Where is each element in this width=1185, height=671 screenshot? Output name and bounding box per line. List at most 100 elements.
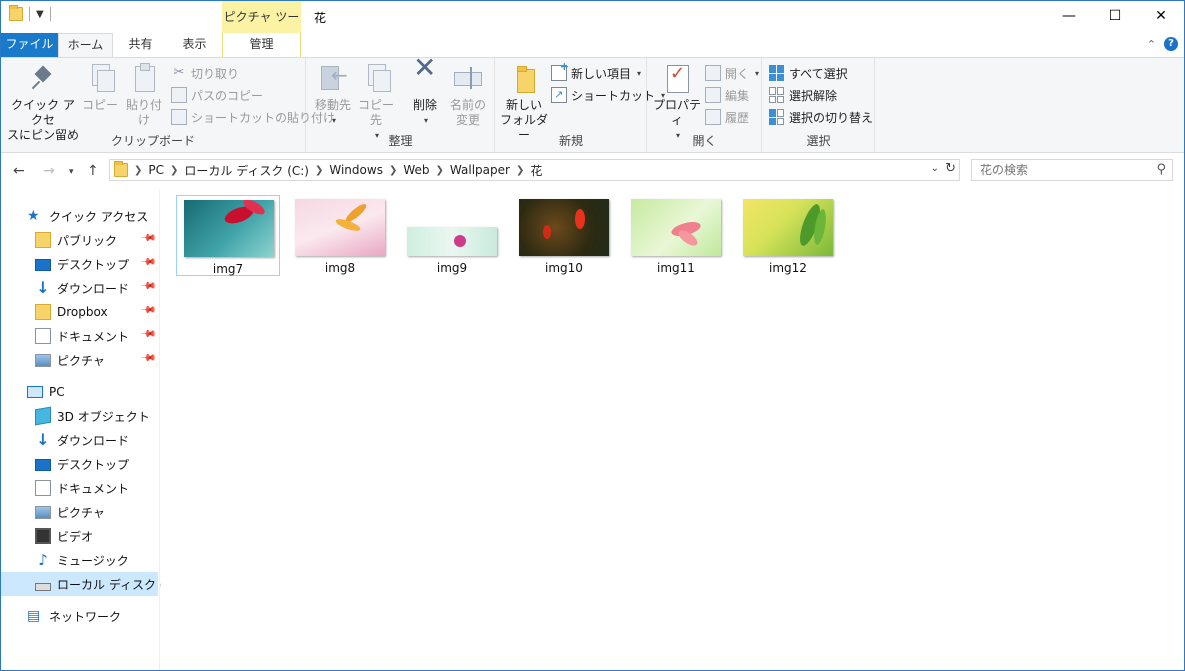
file-name: img12 (769, 261, 807, 275)
invert-selection-button[interactable]: 選択の切り替え (769, 107, 873, 127)
rename-label-line1: 名前の (449, 98, 486, 112)
breadcrumb-windows[interactable]: Windows (329, 163, 383, 177)
close-button[interactable]: ✕ (1138, 1, 1184, 33)
pin-icon[interactable]: 📌 (139, 254, 156, 271)
nav-item-pictures[interactable]: ピクチャ 📌 (1, 348, 158, 372)
file-tile[interactable]: img10 (512, 195, 616, 276)
select-all-button[interactable]: すべて選択 (769, 63, 848, 83)
nav-item-videos[interactable]: ビデオ (1, 524, 158, 548)
address-dropdown-icon[interactable]: ⌄ (931, 163, 939, 174)
nav-network[interactable]: ▤ ネットワーク (1, 604, 158, 628)
select-all-icon (769, 65, 785, 81)
delete-label: 削除 (412, 98, 437, 112)
tab-manage[interactable]: 管理 (222, 33, 301, 57)
pin-icon[interactable]: 📌 (139, 302, 156, 319)
collapse-ribbon-icon[interactable]: ⌃ (1147, 38, 1156, 51)
refresh-icon[interactable]: ↻ (945, 161, 956, 176)
qat-customize-icon[interactable]: ▼ (36, 9, 44, 20)
nav-item-documents[interactable]: ドキュメント (1, 476, 158, 500)
file-tile[interactable]: img8 (288, 195, 392, 276)
nav-pc[interactable]: PC (1, 380, 158, 404)
new-group-label: 新規 (558, 134, 583, 148)
chevron-right-icon[interactable]: ❯ (436, 165, 444, 176)
file-tile[interactable]: img9 (400, 195, 504, 276)
forward-button[interactable]: → (43, 163, 55, 179)
tab-file[interactable]: ファイル (1, 33, 58, 57)
nav-item-downloads[interactable]: ↓ ダウンロード (1, 428, 158, 452)
nav-label: デスクトップ (57, 457, 130, 472)
nav-item-3d-objects[interactable]: 3D オブジェクト (1, 404, 158, 428)
pin-icon[interactable]: 📌 (139, 278, 156, 295)
pin-icon[interactable]: 📌 (139, 326, 156, 343)
download-icon: ↓ (36, 430, 50, 449)
pin-icon[interactable]: 📌 (139, 350, 156, 367)
tab-share[interactable]: 共有 (113, 33, 168, 57)
cut-button[interactable]: ✂ 切り取り (171, 63, 239, 83)
recent-locations-icon[interactable]: ▾ (69, 167, 74, 177)
open-button[interactable]: 開く ▾ (705, 63, 759, 83)
search-icon[interactable]: ⚲ (1156, 162, 1166, 177)
chevron-right-icon[interactable]: ❯ (134, 165, 142, 176)
maximize-button[interactable]: ☐ (1092, 1, 1138, 33)
pin-icon[interactable]: 📌 (139, 230, 156, 247)
file-tile[interactable]: img11 (624, 195, 728, 276)
back-button[interactable]: ← (13, 163, 25, 179)
nav-item-public[interactable]: パブリック 📌 (1, 228, 158, 252)
paste-label: 貼り付け (125, 98, 162, 127)
chevron-right-icon[interactable]: ❯ (516, 165, 524, 176)
nav-item-local-disk[interactable]: ローカル ディスク (C:) (1, 572, 182, 596)
nav-item-desktop[interactable]: デスクトップ (1, 452, 158, 476)
image-thumbnail (631, 199, 721, 256)
history-button[interactable]: 履歴 (705, 107, 749, 127)
move-to-button[interactable]: 移動先 ▾ (313, 62, 353, 128)
nav-item-documents[interactable]: ドキュメント 📌 (1, 324, 158, 348)
search-input[interactable] (972, 160, 1142, 180)
file-tile[interactable]: img12 (736, 195, 840, 276)
minimize-button[interactable]: — (1046, 1, 1092, 33)
window-title: 花 (314, 11, 327, 25)
chevron-right-icon[interactable]: ❯ (170, 165, 178, 176)
new-item-button[interactable]: 新しい項目 ▾ (551, 60, 641, 83)
nav-item-dropbox[interactable]: Dropbox 📌 (1, 300, 158, 324)
address-bar[interactable]: ❯ PC ❯ ローカル ディスク (C:) ❯ Windows ❯ Web ❯ … (109, 159, 960, 181)
chevron-right-icon[interactable]: ❯ (389, 165, 397, 176)
cube-icon (35, 406, 51, 426)
copy-path-button[interactable]: パスのコピー (171, 85, 263, 105)
paste-button[interactable]: 貼り付け (121, 62, 167, 128)
move-to-icon (317, 62, 349, 94)
breadcrumb-wallpaper[interactable]: Wallpaper (450, 163, 510, 177)
chevron-right-icon[interactable]: ❯ (315, 165, 323, 176)
edit-button[interactable]: 編集 (705, 85, 749, 105)
breadcrumb-flower[interactable]: 花 (530, 162, 542, 179)
breadcrumb-pc[interactable]: PC (148, 163, 164, 177)
rename-button[interactable]: 名前の 変更 (447, 62, 489, 128)
tab-view[interactable]: 表示 (168, 33, 221, 57)
nav-item-pictures[interactable]: ピクチャ (1, 500, 158, 524)
flower-petal (575, 209, 585, 229)
tab-home[interactable]: ホーム (58, 33, 113, 58)
flower-petal (543, 225, 551, 239)
select-none-button[interactable]: 選択解除 (769, 85, 837, 105)
nav-item-downloads[interactable]: ↓ ダウンロード 📌 (1, 276, 158, 300)
nav-item-desktop[interactable]: デスクトップ 📌 (1, 252, 158, 276)
shortcut-icon (551, 87, 567, 103)
new-folder-button[interactable]: 新しい フォルダー (500, 62, 548, 143)
nav-quick-access[interactable]: ★ クイック アクセス (1, 204, 158, 228)
breadcrumb-web[interactable]: Web (403, 163, 429, 177)
pin-quick-access-button[interactable]: クイック アクセ スにピン留め (7, 62, 79, 143)
nav-item-music[interactable]: ♪ ミュージック (1, 548, 158, 572)
file-tile[interactable]: img7 (176, 195, 280, 276)
rename-label-line2: 変更 (455, 113, 480, 127)
delete-button[interactable]: 削除 ▾ (407, 60, 443, 128)
file-name: img10 (545, 261, 583, 275)
help-icon[interactable]: ? (1164, 37, 1178, 51)
search-box[interactable]: ⚲ (971, 159, 1173, 181)
open-icon (705, 65, 721, 81)
video-icon (35, 528, 51, 544)
up-button[interactable]: ↑ (87, 163, 99, 179)
open-group-label: 開く (692, 134, 717, 148)
breadcrumb-local-disk[interactable]: ローカル ディスク (C:) (184, 162, 309, 179)
copy-to-button[interactable]: コピー先 ▾ (355, 62, 397, 143)
copy-button[interactable]: コピー (81, 62, 119, 113)
properties-button[interactable]: プロパティ ▾ (652, 62, 702, 143)
